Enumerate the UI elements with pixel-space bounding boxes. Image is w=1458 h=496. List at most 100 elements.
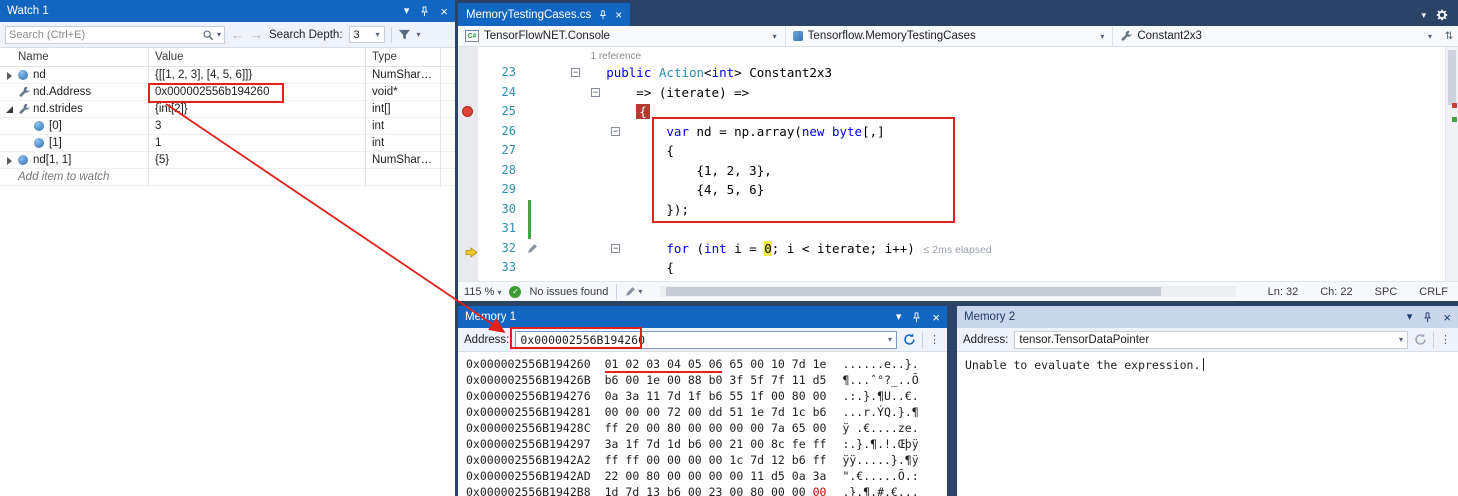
search-options-chevron-icon[interactable]: ▾ (217, 30, 221, 39)
memory-byte[interactable]: 65 (792, 421, 806, 435)
memory-byte[interactable]: ff (605, 421, 619, 435)
tab-list-chevron-icon[interactable]: ▾ (1421, 10, 1426, 21)
breakpoint-margin[interactable] (458, 83, 478, 103)
code-editor[interactable]: 1 reference23−public Action<int> Constan… (458, 47, 1458, 281)
selection-margin[interactable] (524, 122, 538, 142)
watch-row[interactable]: nd.strides{int[2]}int[] (0, 101, 455, 118)
memory-byte[interactable]: 10 (771, 357, 785, 371)
memory-byte[interactable]: 7d (771, 405, 785, 419)
memory-byte[interactable]: 1c (729, 453, 743, 467)
filter-chevron-icon[interactable]: ▾ (417, 30, 421, 39)
code-text[interactable]: { (538, 141, 1458, 161)
column-divider[interactable] (148, 48, 149, 187)
memory-byte[interactable]: 00 (688, 405, 702, 419)
memory-byte[interactable]: 00 (709, 437, 723, 451)
memory-byte[interactable]: 00 (709, 421, 723, 435)
memory-row[interactable]: 0x000002556B1942AD22 00 80 00 00 00 00 1… (466, 468, 947, 484)
code-text[interactable]: −=> (iterate) => (538, 83, 1458, 103)
memory-byte[interactable]: 00 (750, 437, 764, 451)
memory-byte[interactable]: b6 (709, 389, 723, 403)
editor-options-icon[interactable]: ▾ (625, 287, 642, 297)
memory-byte[interactable]: 00 (771, 485, 785, 496)
memory-byte[interactable]: ff (605, 453, 619, 467)
watch-row[interactable]: [0]3int (0, 118, 455, 135)
memory-row[interactable]: 0x000002556B19428Cff 20 00 80 00 00 00 0… (466, 420, 947, 436)
memory-byte[interactable]: 02 (625, 357, 639, 373)
memory-byte[interactable]: 00 (667, 453, 681, 467)
watch-value[interactable]: {int[2]} (148, 101, 365, 117)
memory-byte[interactable]: 1f (625, 437, 639, 451)
memory-byte[interactable]: 80 (646, 469, 660, 483)
memory-byte[interactable]: 20 (625, 421, 639, 435)
memory1-address-combo[interactable]: ▾ (515, 331, 897, 349)
memory-byte[interactable]: 72 (667, 405, 681, 419)
watch-value[interactable]: 3 (148, 118, 365, 134)
memory-byte[interactable]: 8c (771, 437, 785, 451)
memory-byte[interactable]: fe (792, 437, 806, 451)
memory-byte[interactable]: 00 (750, 357, 764, 371)
breakpoint-margin[interactable] (458, 122, 478, 142)
memory-byte[interactable]: 04 (667, 357, 681, 373)
memory-byte[interactable]: 80 (750, 485, 764, 496)
memory-byte[interactable]: 03 (646, 357, 660, 373)
status-line-ending[interactable]: CRLF (1419, 286, 1448, 298)
memory-byte[interactable]: 00 (625, 405, 639, 419)
code-text[interactable]: { (538, 102, 1458, 122)
code-text[interactable]: { (538, 258, 1458, 278)
memory-byte[interactable]: 0a (792, 469, 806, 483)
memory-byte[interactable]: b6 (605, 373, 619, 387)
memory-byte[interactable]: 11 (646, 389, 660, 403)
memory-byte[interactable]: 06 (709, 357, 723, 373)
search-depth-select[interactable]: 3 ▾ (349, 26, 385, 43)
close-icon[interactable]: × (1443, 311, 1451, 324)
memory-byte[interactable]: 00 (729, 469, 743, 483)
memory-byte[interactable]: 7d (625, 485, 639, 496)
memory-byte[interactable]: 1c (792, 405, 806, 419)
breakpoint-margin[interactable] (458, 141, 478, 161)
memory-byte[interactable]: 00 (688, 421, 702, 435)
breakpoint-icon[interactable] (462, 106, 473, 117)
window-position-icon[interactable]: ▾ (1407, 312, 1413, 323)
pin-icon[interactable] (911, 312, 922, 323)
breakpoint-margin[interactable] (458, 63, 478, 83)
code-text[interactable]: {1, 2, 3}, (538, 161, 1458, 181)
column-divider[interactable] (365, 48, 366, 187)
memory-byte[interactable]: 01 (605, 357, 619, 373)
search-icon[interactable] (202, 29, 214, 41)
selection-margin[interactable] (524, 180, 538, 200)
memory-byte[interactable]: 00 (688, 485, 702, 496)
memory-byte[interactable]: 00 (688, 469, 702, 483)
memory-byte[interactable]: 23 (709, 485, 723, 496)
memory-byte[interactable]: ff (813, 453, 827, 467)
memory-byte[interactable]: d5 (813, 373, 827, 387)
memory-byte[interactable]: 13 (646, 485, 660, 496)
search-forward-icon[interactable]: → (250, 27, 263, 42)
memory-byte[interactable]: 22 (605, 469, 619, 483)
selection-margin[interactable] (524, 63, 538, 83)
collapse-icon[interactable]: − (611, 244, 620, 253)
breakpoint-margin[interactable] (458, 180, 478, 200)
memory-byte[interactable]: 00 (813, 389, 827, 403)
memory-byte[interactable]: 80 (792, 389, 806, 403)
scrollbar-thumb[interactable] (666, 287, 1161, 296)
window-position-icon[interactable]: ▾ (404, 6, 410, 17)
memory-row[interactable]: 0x000002556B19428100 00 00 72 00 dd 51 1… (466, 404, 947, 420)
memory-byte[interactable]: 1d (667, 437, 681, 451)
code-text[interactable]: −for (int i = 0; i < iterate; i++) ≤ 2ms… (538, 239, 1458, 259)
breakpoint-margin[interactable] (458, 161, 478, 181)
navbar-member-dropdown[interactable]: Constant2x3 ▾ (1113, 26, 1440, 46)
memory-byte[interactable]: 00 (646, 453, 660, 467)
memory-byte[interactable]: 3a (605, 437, 619, 451)
pin-icon[interactable] (419, 6, 430, 17)
breakpoint-margin[interactable] (458, 258, 478, 278)
breakpoint-margin[interactable] (458, 219, 478, 239)
memory-byte[interactable]: 7d (667, 389, 681, 403)
column-header-type[interactable]: Type (365, 51, 440, 63)
breakpoint-margin[interactable] (458, 102, 478, 122)
memory-row[interactable]: 0x000002556B1942B81d 7d 13 b6 00 23 00 8… (466, 484, 947, 496)
watch-row[interactable]: nd.Address0x000002556b194260void* (0, 84, 455, 101)
navbar-type-dropdown[interactable]: Tensorflow.MemoryTestingCases ▾ (786, 26, 1114, 46)
memory-byte[interactable]: 00 (792, 485, 806, 496)
memory-row[interactable]: 0x000002556B1942A2ff ff 00 00 00 00 1c 7… (466, 452, 947, 468)
collapse-icon[interactable]: − (571, 68, 580, 77)
